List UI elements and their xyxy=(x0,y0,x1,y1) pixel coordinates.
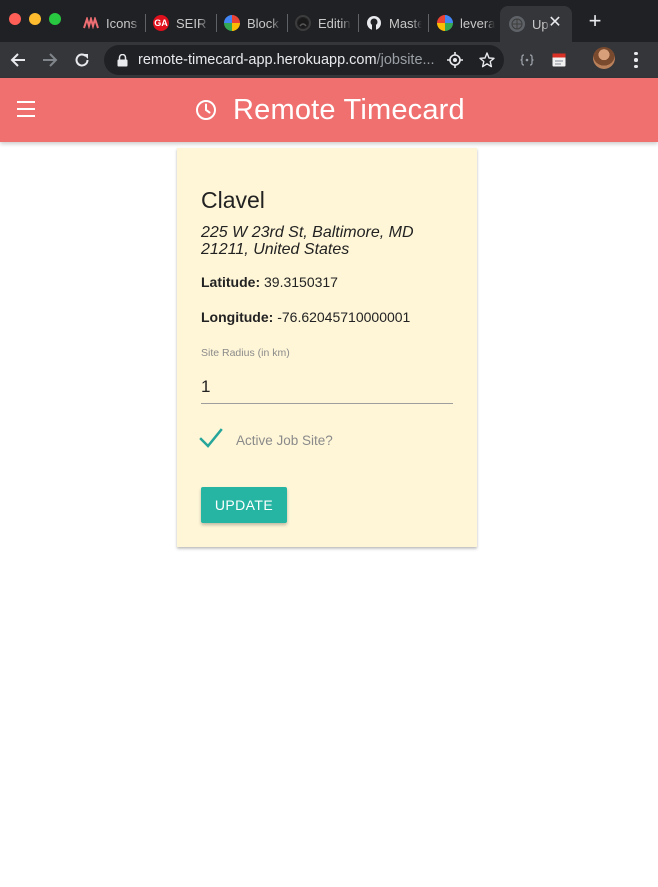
google-icon xyxy=(437,15,453,31)
tab-separator xyxy=(358,14,359,32)
site-radius-label: Site Radius (in km) xyxy=(201,347,290,359)
app-brand[interactable]: Remote Timecard xyxy=(195,92,465,128)
tab-separator xyxy=(428,14,429,32)
maximize-window-button[interactable] xyxy=(49,13,61,25)
address-bar[interactable]: remote-timecard-app.herokuapp.com/jobsit… xyxy=(104,45,504,75)
tab-separator xyxy=(145,14,146,32)
browser-tab-editing[interactable]: Editing xyxy=(295,6,351,40)
close-window-button[interactable] xyxy=(9,13,21,25)
jobsite-name: Clavel xyxy=(201,187,265,213)
checkmark-icon xyxy=(199,428,223,448)
longitude-row: Longitude: -76.62045710000001 xyxy=(201,309,410,325)
browser-tab-leverage[interactable]: leverage xyxy=(437,6,495,40)
browser-tab-icons[interactable]: Icons xyxy=(83,6,141,40)
update-button[interactable]: UPDATE xyxy=(201,487,287,523)
longitude-value: -76.62045710000001 xyxy=(277,309,411,325)
back-arrow-icon[interactable] xyxy=(7,49,29,71)
jobsite-card: Clavel 225 W 23rd St, Baltimore, MD 2121… xyxy=(177,148,477,547)
active-job-site-checkbox[interactable] xyxy=(199,428,223,450)
browser-toolbar: remote-timecard-app.herokuapp.com/jobsit… xyxy=(0,42,658,78)
reload-icon[interactable] xyxy=(71,49,93,71)
minimize-window-button[interactable] xyxy=(29,13,41,25)
longitude-label: Longitude: xyxy=(201,309,274,325)
browser-tab-update[interactable]: Update ✕ xyxy=(500,6,572,42)
latitude-label: Latitude: xyxy=(201,274,261,290)
jobsite-address: 225 W 23rd St, Baltimore, MD 21211, Unit… xyxy=(201,224,414,258)
materialize-icon xyxy=(83,15,99,31)
menu-hamburger-icon[interactable] xyxy=(17,101,35,117)
url-text[interactable]: remote-timecard-app.herokuapp.com/jobsit… xyxy=(138,52,434,68)
close-tab-icon[interactable]: ✕ xyxy=(546,14,564,32)
tab-separator xyxy=(287,14,288,32)
google-icon xyxy=(224,15,240,31)
latitude-value: 39.3150317 xyxy=(264,274,338,290)
app-header: Remote Timecard xyxy=(0,78,658,142)
browser-tab-seir[interactable]: GA SEIR Dashboard xyxy=(153,6,209,40)
lock-icon[interactable] xyxy=(116,53,128,67)
globe-icon xyxy=(509,16,525,32)
app-title: Remote Timecard xyxy=(233,93,465,126)
github-icon xyxy=(295,15,311,31)
active-job-site-label[interactable]: Active Job Site? xyxy=(236,433,333,448)
clock-icon xyxy=(196,100,216,120)
forward-arrow-icon[interactable] xyxy=(39,49,61,71)
site-radius-input[interactable] xyxy=(201,370,453,404)
new-tab-icon[interactable]: + xyxy=(584,10,606,32)
latitude-row: Latitude: 39.3150317 xyxy=(201,274,338,290)
github-icon xyxy=(366,15,382,31)
extension-braces-icon[interactable] xyxy=(516,49,538,71)
profile-avatar[interactable] xyxy=(593,47,615,69)
browser-tab-block[interactable]: Block xyxy=(224,6,281,40)
browser-menu-icon[interactable] xyxy=(628,49,644,71)
browser-tab-strip: Icons GA SEIR Dashboard Block Editing Ma… xyxy=(0,0,658,42)
location-target-icon[interactable] xyxy=(446,51,464,69)
bookmark-star-icon[interactable] xyxy=(478,51,496,69)
extension-notes-icon[interactable] xyxy=(548,49,570,71)
ga-icon: GA xyxy=(153,15,169,31)
browser-tab-master[interactable]: Master xyxy=(366,6,422,40)
tab-separator xyxy=(216,14,217,32)
